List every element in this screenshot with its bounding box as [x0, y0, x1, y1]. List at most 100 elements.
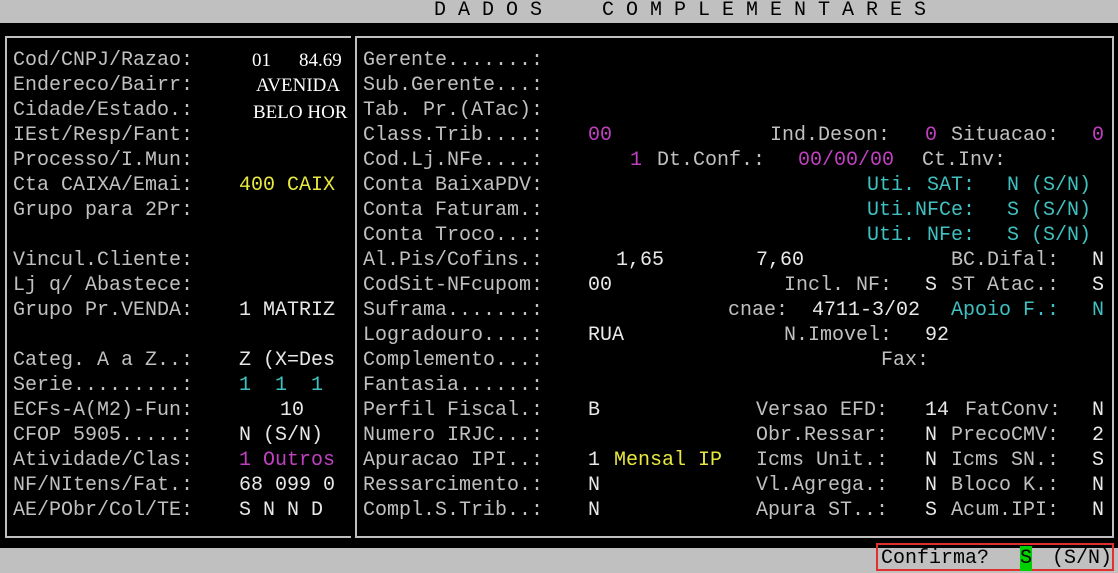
field-value[interactable]: N (S/N) — [239, 423, 323, 448]
st-atac-value[interactable]: S — [1092, 273, 1104, 298]
field-value[interactable]: 68 099 0 — [239, 473, 335, 498]
versao-efd-label: Versao EFD: — [756, 399, 889, 422]
sub-gerente-label: Sub.Gerente...: — [363, 74, 544, 97]
confirm-input[interactable]: S — [1020, 546, 1033, 571]
confirm-hint: (S/N) — [1052, 547, 1113, 570]
compl-strib-value[interactable]: N — [588, 498, 600, 523]
field-label: NF/NItens/Fat.: — [13, 474, 194, 497]
dt-conf-value[interactable]: 00/00/00 — [798, 148, 894, 173]
field-label: Cod/CNPJ/Razao: — [13, 49, 194, 72]
field-label: Vincul.Cliente: — [13, 249, 194, 272]
field-label: Grupo para 2Pr: — [13, 199, 194, 222]
n-imovel-value[interactable]: 92 — [925, 323, 949, 348]
title-bar: DADOS COMPLEMENTARES — [0, 0, 1118, 23]
cod-lj-label: Cod.Lj.NFe....: — [363, 149, 544, 172]
apura-st-label: Apura ST..: — [756, 499, 889, 522]
perfil-fiscal-label: Perfil Fiscal.: — [363, 399, 544, 422]
acum-ipi-value[interactable]: N — [1092, 498, 1104, 523]
uti-nfe-value[interactable]: S (S/N) — [1007, 223, 1091, 248]
field-value[interactable]: 01 — [252, 48, 271, 73]
logradouro-value[interactable]: RUA — [588, 323, 624, 348]
conta-fat-label: Conta Faturam.: — [363, 199, 544, 222]
uti-nfce-label: Uti.NFCe: — [867, 199, 976, 222]
ind-deson-value[interactable]: 0 — [925, 123, 937, 148]
incl-nf-value[interactable]: S — [925, 273, 937, 298]
field-label: Serie.........: — [13, 374, 194, 397]
cod-lj-value[interactable]: 1 — [630, 148, 642, 173]
confirm-prompt: Confirma? S (S/N) — [876, 543, 1114, 571]
al-cofins-value[interactable]: 7,60 — [756, 248, 804, 273]
uti-nfce-value[interactable]: S (S/N) — [1007, 198, 1091, 223]
icms-unit-value[interactable]: N — [925, 448, 937, 473]
irjc-label: Numero IRJC...: — [363, 424, 544, 447]
field-value[interactable]: AVENIDA — [256, 73, 340, 98]
dt-conf-label: Dt.Conf.: — [657, 149, 766, 172]
uti-sat-value[interactable]: N (S/N) — [1007, 173, 1091, 198]
class-trib-value[interactable]: 00 — [588, 123, 612, 148]
icms-sn-value[interactable]: S — [1092, 448, 1104, 473]
vl-agrega-value[interactable]: N — [925, 473, 937, 498]
field-label: Grupo Pr.VENDA: — [13, 299, 194, 322]
field-label: Cta CAIXA/Emai: — [13, 174, 194, 197]
vl-agrega-label: Vl.Agrega.: — [756, 474, 889, 497]
apuracao-ipi-value[interactable]: 1 — [588, 448, 600, 473]
field-value[interactable]: BELO HOR — [253, 100, 347, 125]
fantasia-label: Fantasia......: — [363, 374, 544, 397]
apoio-value[interactable]: N — [1092, 298, 1104, 323]
field-value[interactable]: 10 — [280, 398, 304, 423]
field-value[interactable]: 1 Outros — [239, 448, 335, 473]
fax-label: Fax: — [881, 349, 930, 372]
field-value[interactable]: 84.69 — [299, 48, 342, 73]
incl-nf-label: Incl. NF: — [784, 274, 893, 297]
conta-baixa-label: Conta BaixaPDV: — [363, 174, 544, 197]
suframa-label: Suframa.......: — [363, 299, 544, 322]
logradouro-label: Logradouro....: — [363, 324, 544, 347]
fatconv-label: FatConv: — [965, 399, 1062, 422]
uti-nfe-label: Uti. NFe: — [867, 224, 976, 247]
field-label: Categ. A a Z..: — [13, 349, 194, 372]
field-value[interactable]: 1 MATRIZ — [239, 298, 335, 323]
fatconv-value[interactable]: N — [1092, 398, 1104, 423]
bc-difal-value[interactable]: N — [1092, 248, 1104, 273]
icms-sn-label: Icms SN.: — [951, 449, 1060, 472]
gerente-label: Gerente.......: — [363, 49, 544, 72]
apura-st-value[interactable]: S — [925, 498, 937, 523]
apuracao-ipi-desc: Mensal IP — [614, 449, 723, 472]
ressarcimento-label: Ressarcimento.: — [363, 474, 544, 497]
obr-ressar-value[interactable]: N — [925, 423, 937, 448]
situacao-label: Situacao: — [951, 124, 1060, 147]
field-value[interactable]: 400 CAIX — [239, 173, 335, 198]
bloco-k-label: Bloco K.: — [951, 474, 1060, 497]
codsit-label: CodSit-NFcupom: — [363, 274, 544, 297]
al-pis-value[interactable]: 1,65 — [616, 248, 664, 273]
cnae-value[interactable]: 4711-3/02 — [812, 298, 920, 323]
ressarcimento-value[interactable]: N — [588, 473, 600, 498]
field-label: IEst/Resp/Fant: — [13, 124, 194, 147]
cnae-label: cnae: — [728, 299, 789, 322]
field-label: ECFs-A(M2)-Fun: — [13, 399, 194, 422]
obr-ressar-label: Obr.Ressar: — [756, 424, 889, 447]
icms-unit-label: Icms Unit.: — [756, 449, 889, 472]
field-value[interactable]: Z (X=Des — [239, 348, 335, 373]
situacao-value[interactable]: 0 — [1092, 123, 1104, 148]
conta-troco-label: Conta Troco...: — [363, 224, 544, 247]
field-label: Processo/I.Mun: — [13, 149, 194, 172]
field-value[interactable]: S N N D — [239, 498, 323, 523]
st-atac-label: ST Atac.: — [951, 274, 1060, 297]
bloco-k-value[interactable]: N — [1092, 473, 1104, 498]
apuracao-ipi-label: Apuracao IPI..: — [363, 449, 544, 472]
precocmv-value[interactable]: 2 — [1092, 423, 1104, 448]
codsit-value[interactable]: 00 — [588, 273, 612, 298]
n-imovel-label: N.Imovel: — [784, 324, 893, 347]
uti-sat-label: Uti. SAT: — [867, 174, 976, 197]
bc-difal-label: BC.Difal: — [951, 249, 1060, 272]
screen-title: DADOS COMPLEMENTARES — [434, 0, 939, 22]
confirm-label: Confirma? — [881, 547, 990, 570]
al-pis-label: Al.Pis/Cofins.: — [363, 249, 544, 272]
versao-efd-value[interactable]: 14 — [925, 398, 949, 423]
field-label: Endereco/Bairr: — [13, 74, 194, 97]
perfil-fiscal-value[interactable]: B — [588, 398, 600, 423]
field-label: Atividade/Clas: — [13, 449, 194, 472]
class-trib-label: Class.Trib....: — [363, 124, 544, 147]
field-value[interactable]: 1 1 1 — [239, 373, 323, 398]
